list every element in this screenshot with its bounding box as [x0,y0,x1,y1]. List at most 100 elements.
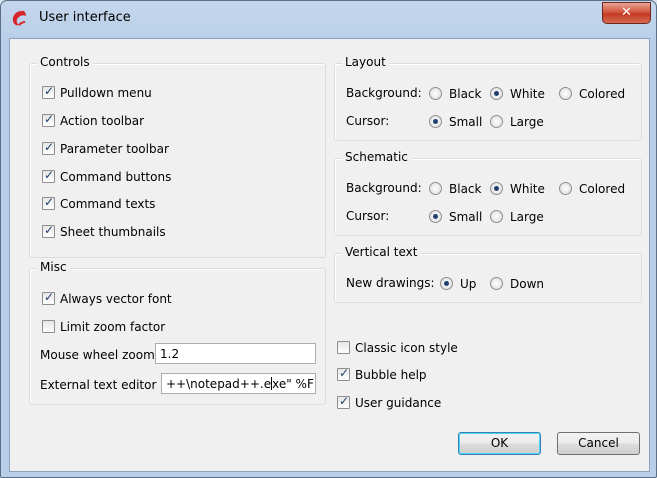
radio-label: Colored [579,181,626,196]
vertical-text-up-radio[interactable]: Up [440,276,476,291]
radio-circle [490,182,503,195]
radio-circle [559,182,572,195]
user-guidance-checkbox[interactable]: ✓ User guidance [337,394,442,410]
pulldown-menu-checkbox[interactable]: ✓ Pulldown menu [42,84,152,100]
layout-background-label: Background: [346,86,422,100]
radio-label: Black [449,86,482,101]
checkbox-label: Classic icon style [355,340,458,355]
radio-circle [490,277,503,290]
action-toolbar-checkbox[interactable]: ✓ Action toolbar [42,112,145,128]
dialog-client-area: Controls ✓ Pulldown menu ✓ Action toolbar … [9,38,650,472]
always-vector-font-checkbox[interactable]: ✓ Always vector font [42,290,172,306]
checkbox-box: ✓ [337,366,350,381]
schematic-group-title: Schematic [342,150,411,164]
layout-cursor-large-radio[interactable]: Large [490,114,544,129]
external-text-editor-value-start: ++\notepad++.e [166,377,272,391]
radio-label: Large [510,114,544,129]
cancel-button[interactable]: Cancel [557,432,640,455]
radio-label: Colored [579,86,626,101]
radio-circle [490,87,503,100]
close-icon: ✕ [621,5,632,20]
radio-label: Large [510,209,544,224]
checkmark-icon: ✓ [43,140,55,154]
command-texts-checkbox[interactable]: ✓ Command texts [42,195,156,211]
schematic-cursor-large-radio[interactable]: Large [490,209,544,224]
layout-cursor-small-radio[interactable]: Small [429,114,482,129]
checkbox-label: Limit zoom factor [60,319,166,334]
checkmark-icon: ✓ [43,168,55,182]
layout-group: Layout [334,55,642,141]
external-text-editor-input[interactable]: ++\notepad++.exe" %F [161,373,316,394]
checkbox-box [337,341,350,354]
ok-button[interactable]: OK [458,432,541,455]
radio-label: Down [510,276,545,291]
mouse-wheel-zoom-value: 1.2 [160,347,180,361]
checkbox-box: ✓ [42,290,55,305]
radio-label: Black [449,181,482,196]
radio-label: Small [449,209,483,224]
checkbox-box [42,320,55,333]
parameter-toolbar-checkbox[interactable]: ✓ Parameter toolbar [42,140,169,156]
new-drawings-label: New drawings: [346,276,435,290]
checkbox-label: User guidance [355,395,442,410]
classic-icon-style-checkbox[interactable]: Classic icon style [337,340,458,355]
mouse-wheel-zoom-input[interactable]: 1.2 [155,343,316,364]
radio-circle [559,87,572,100]
layout-background-black-radio[interactable]: Black [429,86,481,101]
schematic-background-label: Background: [346,181,422,195]
checkbox-label: Bubble help [355,367,427,382]
radio-label: Small [449,114,483,129]
checkbox-box: ✓ [42,168,55,183]
radio-circle [429,182,442,195]
radio-label: White [510,181,545,196]
layout-cursor-label: Cursor: [346,114,390,128]
layout-background-colored-radio[interactable]: Colored [559,86,625,101]
vertical-text-group-title: Vertical text [342,245,421,259]
checkbox-box: ✓ [42,84,55,99]
vertical-text-down-radio[interactable]: Down [490,276,544,291]
title-bar[interactable]: User interface ✕ [1,1,656,35]
checkbox-box: ✓ [337,394,350,409]
schematic-background-black-radio[interactable]: Black [429,181,481,196]
checkbox-box: ✓ [42,195,55,210]
radio-circle [490,115,503,128]
window-title: User interface [39,10,131,25]
checkbox-label: Sheet thumbnails [60,224,166,239]
checkmark-icon: ✓ [43,112,55,126]
layout-group-title: Layout [342,55,389,69]
checkbox-label: Action toolbar [60,113,145,128]
checkmark-icon: ✓ [338,366,350,380]
controls-group-title: Controls [37,55,93,69]
radio-circle [490,210,503,223]
mouse-wheel-zoom-label: Mouse wheel zoom [40,348,155,362]
checkmark-icon: ✓ [338,394,350,408]
command-buttons-checkbox[interactable]: ✓ Command buttons [42,168,172,184]
checkbox-box: ✓ [42,223,55,238]
close-button[interactable]: ✕ [602,2,651,24]
external-text-editor-value-end: xe" %F [272,377,314,391]
checkbox-label: Command texts [60,196,156,211]
schematic-cursor-small-radio[interactable]: Small [429,209,482,224]
radio-circle [440,277,453,290]
misc-group-title: Misc [37,260,70,274]
limit-zoom-factor-checkbox[interactable]: Limit zoom factor [42,319,165,334]
schematic-background-colored-radio[interactable]: Colored [559,181,625,196]
checkbox-box: ✓ [42,112,55,127]
checkmark-icon: ✓ [43,290,55,304]
app-logo-icon [12,10,26,26]
external-text-editor-label: External text editor [40,378,157,392]
dialog-window: User interface ✕ Controls ✓ Pulldown menu… [0,0,657,478]
checkbox-label: Parameter toolbar [60,141,169,156]
checkbox-label: Always vector font [60,291,172,306]
checkbox-label: Command buttons [60,169,172,184]
radio-circle [429,210,442,223]
schematic-background-white-radio[interactable]: White [490,181,545,196]
radio-label: Up [460,276,477,291]
checkbox-box: ✓ [42,140,55,155]
bubble-help-checkbox[interactable]: ✓ Bubble help [337,366,427,382]
sheet-thumbnails-checkbox[interactable]: ✓ Sheet thumbnails [42,223,166,239]
layout-background-white-radio[interactable]: White [490,86,545,101]
schematic-group: Schematic [334,150,642,236]
radio-circle [429,87,442,100]
checkmark-icon: ✓ [43,84,55,98]
